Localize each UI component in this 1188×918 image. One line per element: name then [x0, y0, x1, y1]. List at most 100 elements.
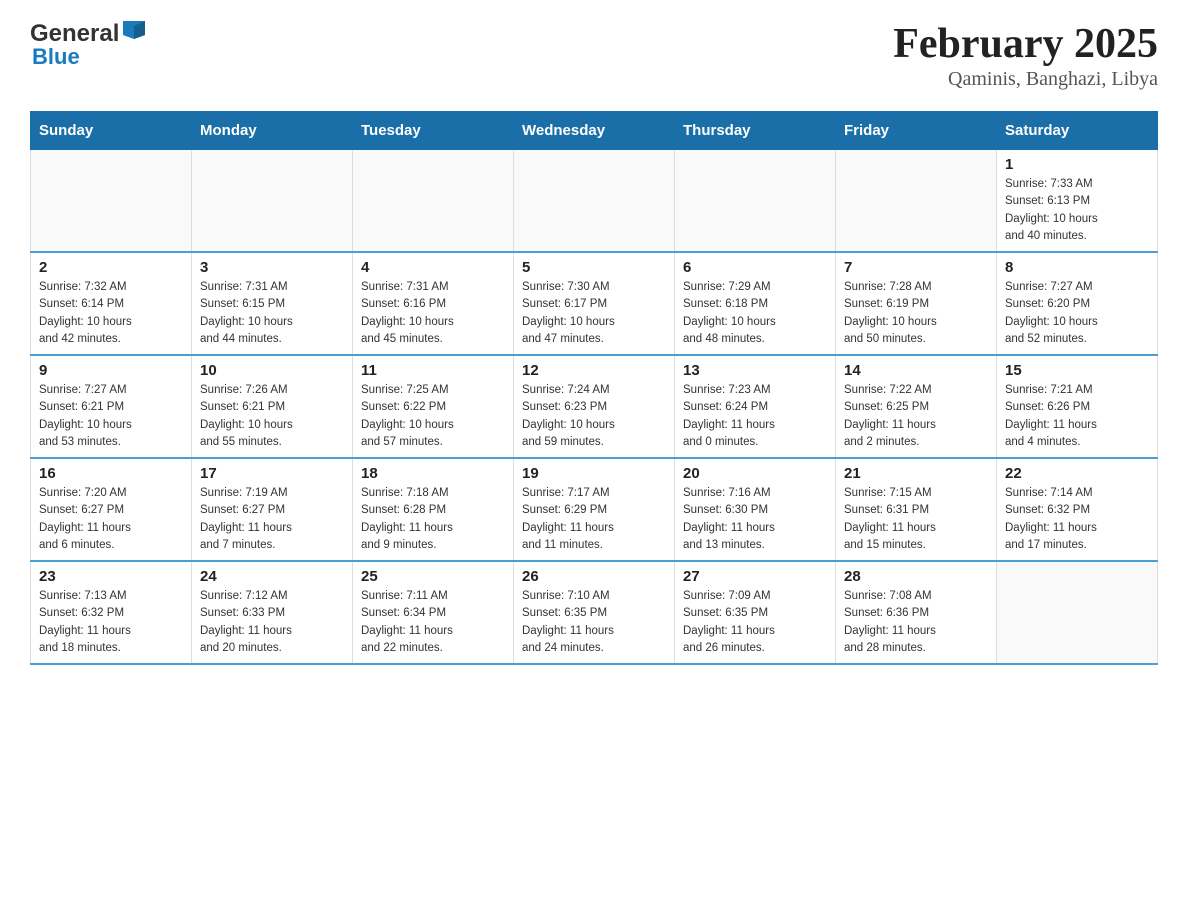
calendar-cell: 7Sunrise: 7:28 AMSunset: 6:19 PMDaylight… [836, 252, 997, 355]
calendar-cell: 17Sunrise: 7:19 AMSunset: 6:27 PMDayligh… [192, 458, 353, 561]
day-number: 26 [522, 568, 666, 585]
day-info: Sunrise: 7:11 AMSunset: 6:34 PMDaylight:… [361, 588, 505, 657]
day-info: Sunrise: 7:20 AMSunset: 6:27 PMDaylight:… [39, 485, 183, 554]
day-number: 27 [683, 568, 827, 585]
day-info: Sunrise: 7:14 AMSunset: 6:32 PMDaylight:… [1005, 485, 1149, 554]
day-number: 6 [683, 259, 827, 276]
day-number: 19 [522, 465, 666, 482]
calendar-cell: 5 Sunrise: 7:30 AMSunset: 6:17 PMDaylight… [514, 252, 675, 355]
calendar-cell [675, 150, 836, 253]
calendar-cell [997, 561, 1158, 664]
calendar-cell [192, 150, 353, 253]
day-number: 4 [361, 259, 505, 276]
title-section: February 2025 Qaminis, Banghazi, Libya [893, 20, 1158, 91]
day-info: Sunrise: 7:27 AMSunset: 6:20 PMDaylight:… [1005, 279, 1149, 348]
day-info: Sunrise: 7:09 AMSunset: 6:35 PMDaylight:… [683, 588, 827, 657]
calendar-cell: 15 Sunrise: 7:21 AMSunset: 6:26 PMDayligh… [997, 355, 1158, 458]
header-wednesday: Wednesday [514, 112, 675, 150]
calendar-cell: 28 Sunrise: 7:08 AMSunset: 6:36 PMDayligh… [836, 561, 997, 664]
calendar-cell [836, 150, 997, 253]
header-friday: Friday [836, 112, 997, 150]
calendar-cell: 13 Sunrise: 7:23 AMSunset: 6:24 PMDayligh… [675, 355, 836, 458]
calendar-week-row: 2Sunrise: 7:32 AMSunset: 6:14 PMDaylight… [31, 252, 1158, 355]
day-number: 15 [1005, 362, 1149, 379]
day-number: 16 [39, 465, 183, 482]
calendar-table: SundayMondayTuesdayWednesdayThursdayFrid… [30, 111, 1158, 665]
calendar-cell: 20 Sunrise: 7:16 AMSunset: 6:30 PMDayligh… [675, 458, 836, 561]
day-info: Sunrise: 7:28 AMSunset: 6:19 PMDaylight:… [844, 279, 988, 348]
day-info: Sunrise: 7:10 AMSunset: 6:35 PMDaylight:… [522, 588, 666, 657]
calendar-week-row: 23 Sunrise: 7:13 AMSunset: 6:32 PMDayligh… [31, 561, 1158, 664]
day-number: 18 [361, 465, 505, 482]
day-info: Sunrise: 7:08 AMSunset: 6:36 PMDaylight:… [844, 588, 988, 657]
day-number: 11 [361, 362, 505, 379]
calendar-cell: 8 Sunrise: 7:27 AMSunset: 6:20 PMDaylight… [997, 252, 1158, 355]
day-number: 23 [39, 568, 183, 585]
day-number: 20 [683, 465, 827, 482]
day-info: Sunrise: 7:23 AMSunset: 6:24 PMDaylight:… [683, 382, 827, 451]
day-info: Sunrise: 7:30 AMSunset: 6:17 PMDaylight:… [522, 279, 666, 348]
page-header: General Blue February 2025 Qaminis, Bang… [30, 20, 1158, 91]
day-info: Sunrise: 7:15 AMSunset: 6:31 PMDaylight:… [844, 485, 988, 554]
day-info: Sunrise: 7:27 AMSunset: 6:21 PMDaylight:… [39, 382, 183, 451]
page-subtitle: Qaminis, Banghazi, Libya [893, 68, 1158, 91]
calendar-cell: 26 Sunrise: 7:10 AMSunset: 6:35 PMDayligh… [514, 561, 675, 664]
page-title: February 2025 [893, 20, 1158, 68]
calendar-cell: 12 Sunrise: 7:24 AMSunset: 6:23 PMDayligh… [514, 355, 675, 458]
calendar-cell: 25Sunrise: 7:11 AMSunset: 6:34 PMDayligh… [353, 561, 514, 664]
calendar-cell: 21 Sunrise: 7:15 AMSunset: 6:31 PMDayligh… [836, 458, 997, 561]
day-info: Sunrise: 7:12 AMSunset: 6:33 PMDaylight:… [200, 588, 344, 657]
day-info: Sunrise: 7:25 AMSunset: 6:22 PMDaylight:… [361, 382, 505, 451]
calendar-cell: 14 Sunrise: 7:22 AMSunset: 6:25 PMDayligh… [836, 355, 997, 458]
day-number: 24 [200, 568, 344, 585]
day-number: 21 [844, 465, 988, 482]
day-number: 12 [522, 362, 666, 379]
calendar-cell: 6 Sunrise: 7:29 AMSunset: 6:18 PMDaylight… [675, 252, 836, 355]
day-info: Sunrise: 7:29 AMSunset: 6:18 PMDaylight:… [683, 279, 827, 348]
day-number: 13 [683, 362, 827, 379]
day-number: 5 [522, 259, 666, 276]
day-number: 22 [1005, 465, 1149, 482]
calendar-cell: 3Sunrise: 7:31 AMSunset: 6:15 PMDaylight… [192, 252, 353, 355]
calendar-week-row: 16 Sunrise: 7:20 AMSunset: 6:27 PMDayligh… [31, 458, 1158, 561]
calendar-cell: 16 Sunrise: 7:20 AMSunset: 6:27 PMDayligh… [31, 458, 192, 561]
header-monday: Monday [192, 112, 353, 150]
day-info: Sunrise: 7:33 AMSunset: 6:13 PMDaylight:… [1005, 176, 1149, 245]
calendar-cell: 19 Sunrise: 7:17 AMSunset: 6:29 PMDayligh… [514, 458, 675, 561]
day-number: 9 [39, 362, 183, 379]
day-info: Sunrise: 7:18 AMSunset: 6:28 PMDaylight:… [361, 485, 505, 554]
day-info: Sunrise: 7:16 AMSunset: 6:30 PMDaylight:… [683, 485, 827, 554]
day-info: Sunrise: 7:22 AMSunset: 6:25 PMDaylight:… [844, 382, 988, 451]
logo-triangle-icon [123, 21, 145, 39]
calendar-cell: 22 Sunrise: 7:14 AMSunset: 6:32 PMDayligh… [997, 458, 1158, 561]
calendar-cell: 27 Sunrise: 7:09 AMSunset: 6:35 PMDayligh… [675, 561, 836, 664]
day-info: Sunrise: 7:21 AMSunset: 6:26 PMDaylight:… [1005, 382, 1149, 451]
calendar-cell: 10Sunrise: 7:26 AMSunset: 6:21 PMDayligh… [192, 355, 353, 458]
logo: General Blue [30, 20, 145, 70]
calendar-cell: 11 Sunrise: 7:25 AMSunset: 6:22 PMDayligh… [353, 355, 514, 458]
calendar-cell: 9 Sunrise: 7:27 AMSunset: 6:21 PMDaylight… [31, 355, 192, 458]
calendar-cell: 18 Sunrise: 7:18 AMSunset: 6:28 PMDayligh… [353, 458, 514, 561]
day-number: 10 [200, 362, 344, 379]
calendar-cell: 23 Sunrise: 7:13 AMSunset: 6:32 PMDayligh… [31, 561, 192, 664]
calendar-cell [353, 150, 514, 253]
day-number: 8 [1005, 259, 1149, 276]
calendar-body: 1Sunrise: 7:33 AMSunset: 6:13 PMDaylight… [31, 150, 1158, 665]
day-info: Sunrise: 7:17 AMSunset: 6:29 PMDaylight:… [522, 485, 666, 554]
calendar-cell: 4 Sunrise: 7:31 AMSunset: 6:16 PMDaylight… [353, 252, 514, 355]
day-info: Sunrise: 7:24 AMSunset: 6:23 PMDaylight:… [522, 382, 666, 451]
calendar-header: SundayMondayTuesdayWednesdayThursdayFrid… [31, 112, 1158, 150]
logo-blue: Blue [32, 44, 80, 70]
calendar-week-row: 1Sunrise: 7:33 AMSunset: 6:13 PMDaylight… [31, 150, 1158, 253]
day-number: 28 [844, 568, 988, 585]
day-number: 17 [200, 465, 344, 482]
calendar-cell: 1Sunrise: 7:33 AMSunset: 6:13 PMDaylight… [997, 150, 1158, 253]
day-info: Sunrise: 7:31 AMSunset: 6:16 PMDaylight:… [361, 279, 505, 348]
calendar-cell [31, 150, 192, 253]
day-number: 14 [844, 362, 988, 379]
day-info: Sunrise: 7:32 AMSunset: 6:14 PMDaylight:… [39, 279, 183, 348]
header-saturday: Saturday [997, 112, 1158, 150]
day-info: Sunrise: 7:31 AMSunset: 6:15 PMDaylight:… [200, 279, 344, 348]
header-thursday: Thursday [675, 112, 836, 150]
day-info: Sunrise: 7:13 AMSunset: 6:32 PMDaylight:… [39, 588, 183, 657]
